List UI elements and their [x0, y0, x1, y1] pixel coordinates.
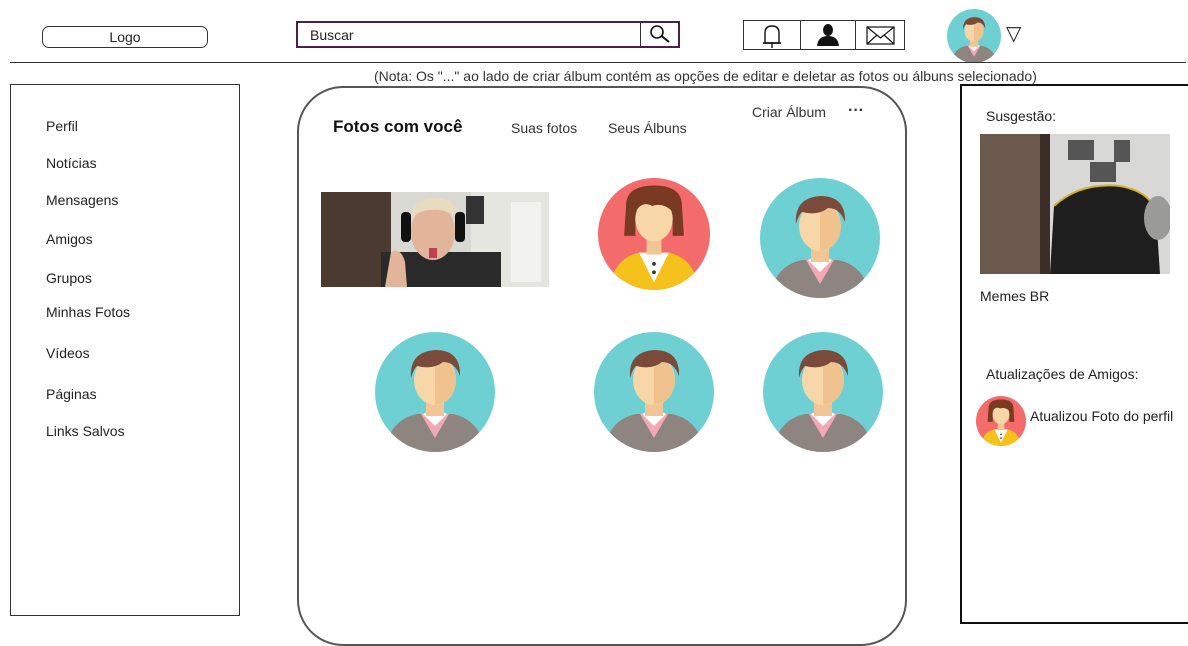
- photo-thumbnail[interactable]: [760, 178, 880, 298]
- search-bar: [296, 21, 680, 48]
- friend-avatar[interactable]: [976, 396, 1026, 446]
- right-sidebar: Susgestão: Memes BR Atualizações de Amig…: [960, 84, 1188, 624]
- tab-fotos-com-voce[interactable]: Fotos com você: [333, 117, 462, 137]
- profile-button[interactable]: [800, 20, 856, 50]
- suggestion-name[interactable]: Memes BR: [980, 288, 1049, 304]
- note-text: (Nota: Os "..." ao lado de criar álbum c…: [374, 68, 1037, 84]
- sidebar-item-videos[interactable]: Vídeos: [46, 345, 90, 361]
- webcam-photo: [321, 192, 549, 287]
- photo-thumbnail[interactable]: [598, 174, 710, 294]
- tab-suas-fotos[interactable]: Suas fotos: [511, 120, 577, 136]
- photo-thumbnail[interactable]: [594, 332, 714, 452]
- sidebar-item-minhas-fotos[interactable]: Minhas Fotos: [46, 304, 130, 320]
- suggestion-photo: [980, 134, 1170, 274]
- sidebar-item-links-salvos[interactable]: Links Salvos: [46, 423, 125, 439]
- user-avatar[interactable]: [947, 9, 1001, 63]
- messages-button[interactable]: [855, 20, 905, 50]
- notifications-button[interactable]: [743, 20, 801, 50]
- left-sidebar: Perfil Notícias Mensagens Amigos Grupos …: [10, 84, 240, 616]
- search-icon: [650, 25, 670, 43]
- sidebar-item-amigos[interactable]: Amigos: [46, 231, 93, 247]
- sidebar-item-grupos[interactable]: Grupos: [46, 270, 92, 286]
- user-icon: [817, 24, 839, 46]
- mail-icon: [866, 26, 895, 45]
- search-button[interactable]: [640, 23, 678, 46]
- update-text[interactable]: Atualizou Foto do perfil: [1030, 408, 1173, 424]
- search-input[interactable]: [298, 23, 652, 46]
- suggestion-title: Susgestão:: [986, 108, 1057, 124]
- photo-thumbnail[interactable]: [763, 332, 883, 452]
- updates-title: Atualizações de Amigos:: [986, 366, 1139, 382]
- header-divider: [10, 62, 1186, 63]
- create-album-button[interactable]: Criar Álbum: [752, 104, 826, 120]
- sidebar-item-mensagens[interactable]: Mensagens: [46, 192, 118, 208]
- sidebar-item-paginas[interactable]: Páginas: [46, 386, 97, 402]
- dropdown-icon[interactable]: ▽: [1006, 24, 1021, 44]
- photo-thumbnail[interactable]: [321, 192, 549, 287]
- bell-icon: [763, 25, 781, 48]
- logo[interactable]: Logo: [42, 26, 208, 48]
- sidebar-item-perfil[interactable]: Perfil: [46, 118, 78, 134]
- photo-thumbnail[interactable]: [375, 332, 495, 452]
- more-options-button[interactable]: ···: [848, 102, 864, 120]
- sidebar-item-noticias[interactable]: Notícias: [46, 155, 97, 171]
- suggestion-image[interactable]: [980, 134, 1170, 274]
- tab-seus-albuns[interactable]: Seus Álbuns: [608, 120, 687, 136]
